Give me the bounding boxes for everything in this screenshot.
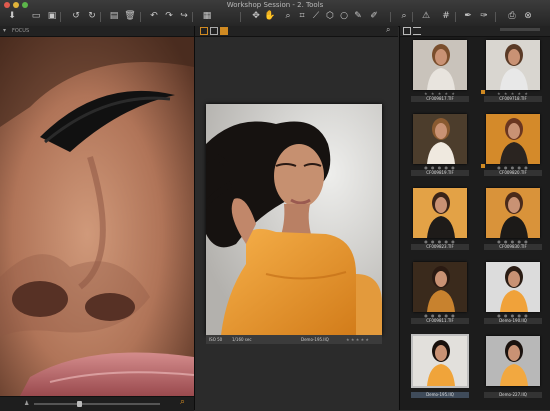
main-viewer: ⌕ ISO 50 1/160 sec Demo-195.IIQ ★ ★ ★ ★ … (195, 25, 398, 410)
color-tag-icon (481, 164, 485, 168)
main-photo[interactable] (206, 104, 382, 335)
thumbnail[interactable]: ★ ★ ★ ★ ★ CF009718.TIF (479, 38, 547, 104)
thumbnail-size-slider[interactable] (500, 28, 540, 31)
browser-header (400, 26, 550, 37)
thumbnail-image (413, 262, 467, 312)
color-tag-icon (481, 90, 485, 94)
loupe-icon[interactable]: ⌕ (398, 11, 410, 22)
face-closeup-art (0, 37, 194, 396)
grid-icon[interactable]: # (440, 11, 452, 22)
thumbnail[interactable]: ● ● ● ● ● CF009830.TIF (479, 186, 547, 252)
import-icon[interactable]: ⬇ (6, 11, 18, 22)
toolbar-separator (100, 12, 101, 22)
brush-icon[interactable]: ✎ (352, 11, 364, 22)
redo-icon[interactable]: ↷ (163, 11, 175, 22)
rotate-icon[interactable]: ↻ (86, 11, 98, 22)
eyedropper-icon[interactable]: ✒ (462, 11, 474, 22)
toolbar-separator (140, 12, 141, 22)
zoom-slider[interactable] (34, 401, 160, 407)
warning-icon[interactable]: ⚠ (420, 11, 432, 22)
photo-info-bar: ISO 50 1/160 sec Demo-195.IIQ ★ ★ ★ ★ ★ (206, 335, 382, 344)
picker-icon[interactable]: ✐ (368, 11, 380, 22)
main-viewer-header: ⌕ (195, 25, 398, 37)
thumbnail-label: CF009830.TIF (484, 244, 542, 250)
thumbnail[interactable]: Demo-227.IIQ (479, 334, 547, 400)
thumbnail-image (411, 334, 469, 388)
straighten-icon[interactable]: ⟋ (310, 11, 322, 22)
closeup-image[interactable] (0, 37, 194, 396)
toolbar-separator (495, 12, 496, 22)
reset-icon[interactable]: ↺ (70, 11, 82, 22)
print-icon[interactable]: ⎙ (506, 11, 518, 22)
browser-panel: ★ ★ ★ ★ ★ CF009817.TIF ★ ★ ★ ★ ★ CF009718.T… (399, 26, 550, 410)
thumbnail[interactable]: ● ● ● ● ● CF009819.TIF (406, 112, 474, 178)
thumbnail-label: CF009819.TIF (411, 170, 469, 176)
thumbnail-label: CF009718.TIF (484, 96, 542, 102)
thumbnail[interactable]: ★ ★ ★ ★ ★ CF009817.TIF (406, 38, 474, 104)
loupe-icon[interactable]: ⌕ (180, 397, 185, 407)
zoom-tool-icon[interactable]: ⌕ (282, 11, 294, 22)
thumbnail-label: CF009823.TIF (411, 244, 469, 250)
list-view-icon[interactable] (413, 27, 421, 35)
pen-icon[interactable]: ✑ (478, 11, 490, 22)
multi-view-icon[interactable] (210, 27, 218, 35)
search-icon[interactable]: ⌕ (386, 25, 390, 35)
thumbnail-image (413, 114, 467, 164)
grid-view-icon[interactable] (403, 27, 411, 35)
compare-view-icon[interactable] (220, 27, 228, 35)
thumbnail-label: Demo-195.IIQ (411, 392, 469, 398)
thumbnail-image (413, 40, 467, 90)
thumbnail-image (486, 262, 540, 312)
thumbnail-image (486, 336, 540, 386)
thumbnail[interactable]: ● ● ● ● ● CF009811.TIF (406, 260, 474, 326)
toolbar-separator (240, 12, 241, 22)
zoom-slider-handle[interactable] (77, 401, 82, 407)
thumbnail-label: CF009817.TIF (411, 96, 469, 102)
folder-icon[interactable]: ▤ (108, 11, 120, 22)
thumbnail-image (486, 188, 540, 238)
title-bar: Workshop Session - 2. Tools ⬇ ▭ ▣ ↺ ↻ ▤ 🗑 ↶ ↷ ↪ ▦ ✥… (0, 0, 550, 27)
thumbnail[interactable]: ● ● ● ● ● CF009823.TIF (406, 186, 474, 252)
toolbar-separator (60, 12, 61, 22)
thumbnail-image (486, 114, 540, 164)
thumbnail-image (486, 40, 540, 90)
thumbnail[interactable]: ● ● ● ● ● Demo-190.IIQ (479, 260, 547, 326)
thumbnail-label: Demo-190.IIQ (484, 318, 542, 324)
video-icon[interactable]: ▣ (46, 11, 58, 22)
focus-viewer-label: FOCUS (12, 28, 30, 34)
focus-viewer-header: ▾ FOCUS (0, 26, 194, 37)
iso-value: ISO 50 (209, 337, 223, 342)
thumbnail-label: CF009811.TIF (411, 318, 469, 324)
single-view-icon[interactable] (200, 27, 208, 35)
thumbnail-label: Demo-227.IIQ (484, 392, 542, 398)
toolbar-separator (390, 12, 391, 22)
focus-viewer: ▾ FOCUS ♟ ⌕ (0, 26, 195, 411)
toolbar-separator (192, 12, 193, 22)
film-icon[interactable]: ▦ (201, 11, 213, 22)
thumbnail[interactable]: Demo-195.IIQ (406, 334, 474, 400)
settings-icon[interactable]: ⊗ (522, 11, 534, 22)
thumbnail-image (413, 188, 467, 238)
toolbar-separator (455, 12, 456, 22)
window-title: Workshop Session - 2. Tools (226, 1, 324, 9)
thumbnail[interactable]: ● ● ● ● ● CF009820.TIF (479, 112, 547, 178)
person-icon: ♟ (24, 400, 30, 407)
shutter-value: 1/160 sec (232, 337, 252, 342)
forward-icon[interactable]: ↪ (178, 11, 190, 22)
capture-icon[interactable]: ▭ (30, 11, 42, 22)
portrait-art (206, 104, 382, 335)
thumbnail-label: CF009820.TIF (484, 170, 542, 176)
collapse-icon[interactable]: ▾ (3, 26, 6, 36)
hand-icon[interactable]: ✋ (264, 11, 276, 22)
undo-icon[interactable]: ↶ (148, 11, 160, 22)
focus-viewer-footer: ♟ ⌕ (0, 396, 194, 411)
toolbar-separator (412, 12, 413, 22)
keystone-icon[interactable]: ⬡ (324, 11, 336, 22)
filename: Demo-195.IIQ (301, 337, 329, 342)
trash-icon[interactable]: 🗑 (124, 11, 136, 22)
spot-icon[interactable]: ○ (338, 11, 350, 22)
crop-icon[interactable]: ⌗ (296, 11, 308, 22)
rating-stars[interactable]: ★ ★ ★ ★ ★ (346, 335, 369, 344)
pan-icon[interactable]: ✥ (250, 11, 262, 22)
